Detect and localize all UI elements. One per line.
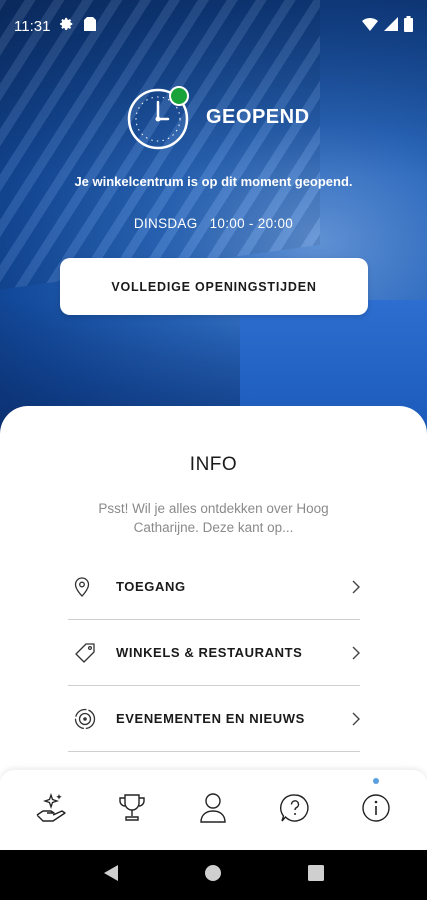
info-subtitle: Psst! Wil je alles ontdekken over Hoog C… [98,501,329,535]
status-bar: 11:31 [0,0,427,52]
info-icon [361,793,391,828]
help-icon [279,793,310,828]
tab-info[interactable] [346,778,406,840]
user-icon [199,792,227,829]
battery-icon [404,16,413,36]
active-tab-indicator [373,778,380,784]
opening-day: DINSDAG [133,216,198,231]
info-item-toegang[interactable]: TOEGANG [68,554,360,620]
info-item-winkels-restaurants[interactable]: WINKELS & RESTAURANTS [68,620,360,686]
opening-message: Je winkelcentrum is op dit moment geopen… [74,174,353,189]
info-item-label: TOEGANG [116,579,186,594]
wifi-icon [362,17,378,35]
opening-hours: DINSDAG 10:00 - 20:00 [0,216,427,231]
bottom-tab-bar [0,770,427,850]
full-opening-hours-button[interactable]: VOLLEDIGE OPENINGSTIJDEN [60,258,368,315]
back-button[interactable] [91,855,131,895]
info-title: INFO [189,454,238,475]
system-navigation-bar [0,850,427,900]
tab-rewards[interactable] [21,780,81,840]
info-item-label: EVENEMENTEN EN NIEUWS [116,711,305,726]
home-icon [204,864,222,887]
hand-sparkle-icon [34,791,68,830]
opening-title: GEOPEND [206,106,310,128]
location-pin-icon [68,576,104,597]
trophy-icon [117,792,147,829]
tab-trophy[interactable] [102,780,162,840]
home-button[interactable] [193,855,233,895]
open-status-dot [169,86,189,106]
clock-icon [127,86,189,150]
info-item-label: WINKELS & RESTAURANTS [116,645,303,660]
recents-button[interactable] [296,855,336,895]
settings-icon [60,17,74,35]
status-time: 11:31 [14,17,51,35]
info-item-evenementen-nieuws[interactable]: EVENEMENTEN EN NIEUWS [68,686,360,752]
sim-card-icon [84,17,97,35]
back-icon [103,864,119,887]
tag-icon [68,642,104,664]
opening-time-range: 10:00 - 20:00 [209,216,294,231]
signal-icon [384,17,398,35]
chevron-right-icon [340,580,360,594]
tab-help[interactable] [265,780,325,840]
chevron-right-icon [340,712,360,726]
recents-icon [307,864,324,886]
target-icon [68,708,104,730]
tab-profile[interactable] [183,780,243,840]
chevron-right-icon [340,646,360,660]
info-card: INFO Psst! Wil je alles ontdekken over H… [0,406,427,786]
